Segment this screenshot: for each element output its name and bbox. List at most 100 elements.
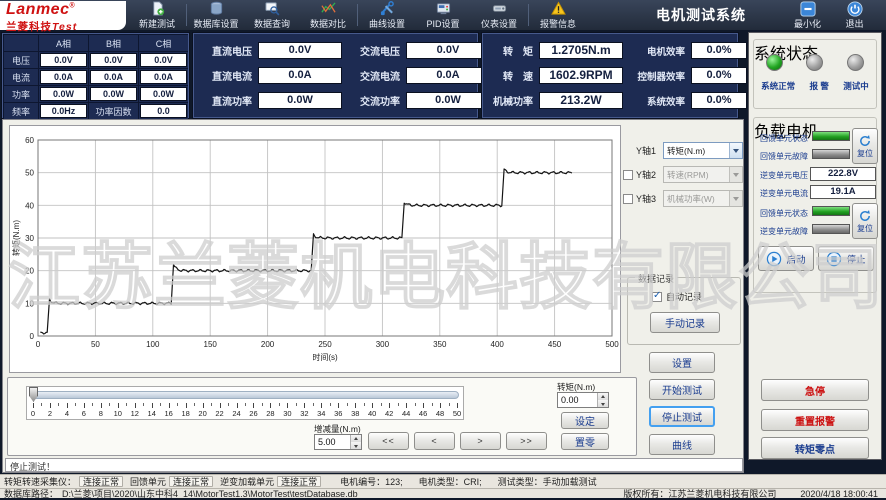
svg-text:40: 40 bbox=[25, 201, 34, 210]
spin-up-icon[interactable] bbox=[598, 393, 608, 400]
svg-text:300: 300 bbox=[376, 340, 390, 349]
controller-efficiency-value: 0.0% bbox=[691, 67, 747, 84]
svg-text:时间(s): 时间(s) bbox=[312, 352, 338, 362]
alarm-label: 报 警 bbox=[810, 80, 829, 92]
phase-table: A相 B相 C相 电压 0.0V 0.0V 0.0V 电流 0.0A 0.0A … bbox=[3, 34, 188, 120]
feedback-status-label-2: 回馈单元状态 bbox=[760, 208, 808, 219]
power-factor-label: 功率因数 bbox=[89, 103, 138, 119]
inverter-fault-label: 逆变单元故障 bbox=[760, 226, 808, 237]
feedback-status-bar-2 bbox=[812, 206, 850, 216]
motor-efficiency-value: 0.0% bbox=[691, 42, 747, 59]
y2-axis-select[interactable]: 转速(RPM) bbox=[663, 166, 743, 183]
settings-button[interactable]: 设置 bbox=[649, 352, 715, 373]
ac-power-label: 交流功率 bbox=[348, 93, 400, 108]
torque-setpoint-value: 0.00 bbox=[558, 393, 597, 407]
toolbar-label: 报警信息 bbox=[540, 17, 576, 30]
exit-label: 退出 bbox=[845, 17, 863, 30]
increase-button[interactable]: > bbox=[460, 432, 501, 450]
feedback-unit-status: 连接正常 bbox=[169, 476, 213, 487]
alarm-led bbox=[806, 54, 823, 71]
datetime-text: 2020/4/18 18:00:41 bbox=[800, 489, 878, 499]
fast-decrease-button[interactable]: << bbox=[368, 432, 409, 450]
chevron-down-icon bbox=[729, 191, 742, 206]
decrease-button[interactable]: < bbox=[414, 432, 455, 450]
start-button[interactable]: 启动 bbox=[758, 246, 814, 271]
inverter-voltage-label: 逆变单元电压 bbox=[760, 170, 808, 181]
feedback-reset-button[interactable]: 复位 bbox=[852, 128, 878, 164]
toolbar-data-compare[interactable]: 数据对比 bbox=[300, 0, 356, 30]
phase-b-current: 0.0A bbox=[90, 70, 137, 84]
toolbar-new-test[interactable]: 新建测试 bbox=[129, 0, 185, 30]
phase-a-current: 0.0A bbox=[40, 70, 87, 84]
chevron-down-icon bbox=[729, 143, 742, 158]
slider-thumb[interactable] bbox=[29, 387, 38, 402]
y2-axis-checkbox[interactable] bbox=[623, 170, 633, 180]
toolbar-label: 数据对比 bbox=[310, 17, 346, 30]
slider-track[interactable] bbox=[31, 391, 459, 399]
toolbar-separator bbox=[186, 4, 187, 26]
spin-down-icon[interactable] bbox=[598, 400, 608, 407]
stop-button[interactable]: 停止 bbox=[818, 246, 874, 271]
zero-button[interactable]: 置零 bbox=[561, 433, 609, 450]
col-header-b: B相 bbox=[89, 35, 138, 51]
speed-value: 1602.9RPM bbox=[539, 67, 623, 84]
step-amount-spinner[interactable]: 5.00 bbox=[314, 434, 362, 450]
row-label-current: 电流 bbox=[4, 69, 38, 85]
motor-test-window: Lanmec® 兰菱科技Test 新建测试 数据库设置 数据查询 数据对比 bbox=[0, 0, 886, 498]
svg-text:50: 50 bbox=[25, 169, 34, 178]
ac-power-value: 0.0W bbox=[406, 92, 490, 109]
toolbar-separator bbox=[528, 4, 529, 26]
reset-alarm-button[interactable]: 重置报警 bbox=[761, 409, 869, 431]
set-button[interactable]: 设定 bbox=[561, 412, 609, 429]
toolbar-pid-settings[interactable]: PID设置 bbox=[415, 0, 471, 30]
stop-test-button[interactable]: 停止测试 bbox=[649, 406, 715, 427]
col-header-a: A相 bbox=[39, 35, 88, 51]
phase-b-voltage: 0.0V bbox=[90, 53, 137, 67]
y3-axis-checkbox[interactable] bbox=[623, 194, 633, 204]
stop-label: 停止 bbox=[846, 252, 865, 266]
system-normal-label: 系统正常 bbox=[761, 80, 795, 92]
dc-voltage-value: 0.0V bbox=[258, 42, 342, 59]
y3-axis-label: Y轴3 bbox=[636, 192, 660, 205]
torque-setpoint-spinner[interactable]: 0.00 bbox=[557, 392, 609, 408]
y1-axis-value: 转矩(N.m) bbox=[664, 145, 729, 157]
exit-button[interactable]: 退出 bbox=[831, 1, 878, 30]
svg-text:20: 20 bbox=[25, 267, 34, 276]
y3-axis-select[interactable]: 机械功率(W) bbox=[663, 190, 743, 207]
mech-power-label: 机械功率 bbox=[489, 93, 533, 108]
toolbar-data-query[interactable]: 数据查询 bbox=[244, 0, 300, 30]
inverter-reset-button[interactable]: 复位 bbox=[852, 203, 878, 239]
dc-current-label: 直流电流 bbox=[200, 68, 252, 83]
torque-speed-panel: 转 矩 1.2705N.m 电机效率 0.0% 转 速 1602.9RPM 控制… bbox=[482, 33, 738, 118]
lanmec-logo: Lanmec® 兰菱科技Test bbox=[0, 1, 126, 30]
minimize-button[interactable]: 最小化 bbox=[784, 1, 831, 30]
ac-voltage-value: 0.0V bbox=[406, 42, 490, 59]
feedback-status-bar bbox=[812, 131, 850, 141]
load-control-panel: 0246810121416182022242628303234363840424… bbox=[7, 377, 637, 456]
db-path-label: 数据库路径： bbox=[4, 487, 58, 500]
path-status-bar: 数据库路径： D:\兰菱\项目\2020\山东中科4_14\MotorTest1… bbox=[0, 488, 886, 498]
toolbar-curve-settings[interactable]: 曲线设置 bbox=[359, 0, 415, 30]
spin-up-icon[interactable] bbox=[351, 435, 361, 442]
device-status: 连接正常 bbox=[79, 476, 123, 487]
start-test-button[interactable]: 开始测试 bbox=[649, 379, 715, 400]
feedback-fault-bar bbox=[812, 149, 850, 159]
toolbar-database-settings[interactable]: 数据库设置 bbox=[188, 0, 244, 30]
svg-text:400: 400 bbox=[491, 340, 505, 349]
manual-record-button[interactable]: 手动记录 bbox=[650, 312, 720, 333]
col-header-c: C相 bbox=[139, 35, 188, 51]
copyright-text: 版权所有：江苏兰菱机电科技有限公司 bbox=[623, 487, 776, 500]
auto-record-checkbox[interactable] bbox=[652, 292, 662, 302]
y1-axis-select[interactable]: 转矩(N.m) bbox=[663, 142, 743, 159]
emergency-stop-button[interactable]: 急停 bbox=[761, 379, 869, 401]
toolbar-alarm-info[interactable]: 报警信息 bbox=[530, 0, 586, 30]
torque-zero-button[interactable]: 转矩零点 bbox=[761, 437, 869, 459]
fast-increase-button[interactable]: >> bbox=[506, 432, 547, 450]
spin-down-icon[interactable] bbox=[351, 442, 361, 449]
toolbar-instrument-settings[interactable]: 仪表设置 bbox=[471, 0, 527, 30]
svg-text:200: 200 bbox=[261, 340, 275, 349]
load-slider[interactable]: 0246810121416182022242628303234363840424… bbox=[26, 386, 464, 420]
connection-status-bar: 转矩转速采集仪： 连接正常 回馈单元 连接正常 逆变加载单元 连接正常 电机编号… bbox=[0, 474, 886, 488]
speed-label: 转 速 bbox=[489, 68, 533, 83]
curve-button[interactable]: 曲线 bbox=[649, 434, 715, 455]
